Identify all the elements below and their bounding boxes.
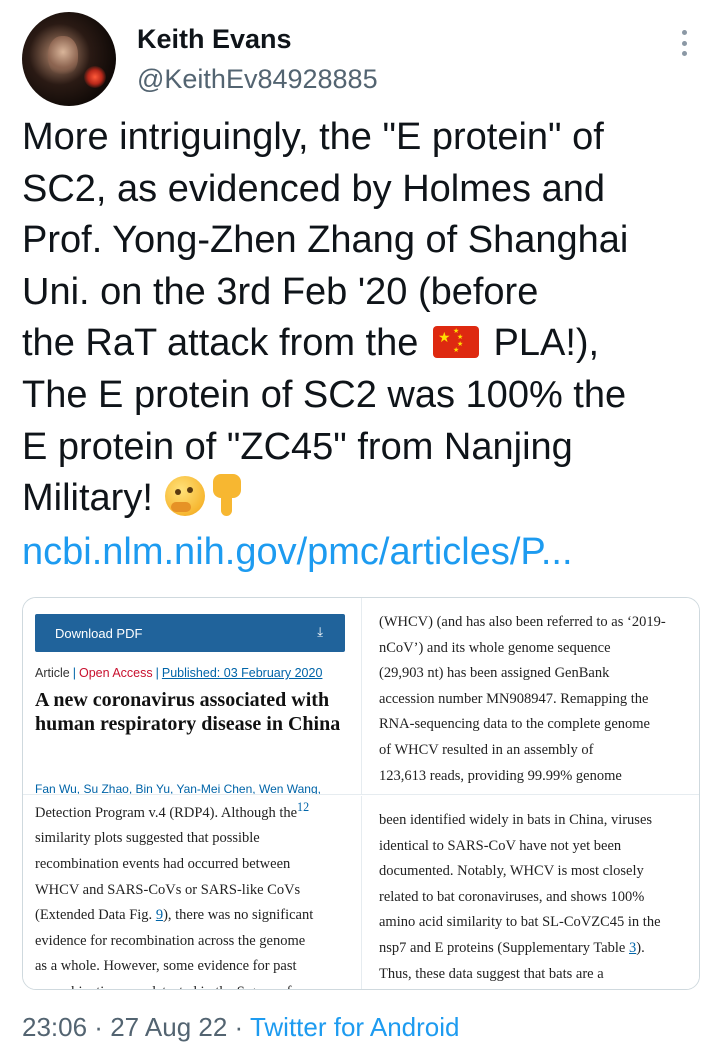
excerpt-line: (29,903 nt) has been assigned GenBank xyxy=(379,665,610,682)
excerpt-line: similarity plots suggested that possible xyxy=(35,830,260,847)
tweet-line-part: PLA!), xyxy=(482,322,600,365)
download-pdf-button: Download PDF ⤓ xyxy=(35,614,345,652)
excerpt-line: amino acid similarity to bat SL-CoVZC45 … xyxy=(379,914,661,931)
excerpt-line: documented. Notably, WHCV is most closel… xyxy=(379,863,644,880)
more-options-icon[interactable] xyxy=(676,30,692,56)
separator: · xyxy=(227,1012,250,1042)
excerpt-line: RNA-sequencing data to the complete geno… xyxy=(379,716,650,733)
article-meta: Article | Open Access | Published: 03 Februa… xyxy=(35,666,323,680)
excerpt-line: identical to SARS-CoV have not yet been xyxy=(379,837,622,854)
tweet-line: Military! xyxy=(22,473,702,525)
tweet-text: More intriguingly, the "E protein" of SC… xyxy=(22,112,702,525)
excerpt-line: evidence for recombination across the ge… xyxy=(35,932,306,949)
published-date: Published: 03 February 2020 xyxy=(161,666,323,680)
excerpt-line: 123,613 reads, providing 99.99% genome xyxy=(379,767,622,784)
paper-excerpt: been identified widely in bats in China,… xyxy=(379,808,661,987)
excerpt-line: nCoV’) and its whole genome sequence xyxy=(379,639,611,656)
author-link: Yan-Mei Chen xyxy=(176,782,253,794)
tweet-line: SC2, as evidenced by Holmes and xyxy=(22,167,605,210)
excerpt-line: nsp7 and E proteins (Supplementary Table… xyxy=(379,936,661,962)
tweet-line: Uni. on the 3rd Feb '20 (before xyxy=(22,270,539,313)
excerpt-line: (WHCV) (and has also been referred to as… xyxy=(379,614,666,630)
avatar-light xyxy=(84,66,106,88)
tweet-timestamp: 23:06 · 27 Aug 22 · Twitter for Android xyxy=(22,1012,460,1043)
article-title: A new coronavirus associated with human … xyxy=(35,689,341,735)
figure-reference: 9 xyxy=(155,907,164,924)
tweet-time[interactable]: 23:06 xyxy=(22,1012,87,1042)
excerpt-line: as a whole. However, some evidence for p… xyxy=(35,958,297,975)
avatar[interactable] xyxy=(22,12,116,106)
tweet-date[interactable]: 27 Aug 22 xyxy=(110,1012,227,1042)
tweet-source-link[interactable]: Twitter for Android xyxy=(250,1012,460,1042)
reference-number: 12 xyxy=(297,800,310,814)
excerpt-line: Detection Program v.4 (RDP4). Although t… xyxy=(35,796,313,826)
excerpt-text: ). xyxy=(636,939,645,956)
excerpt-line: related to bat coronaviruses, and shows … xyxy=(379,888,645,905)
excerpt-text: nsp7 and E proteins (Supplementary Table xyxy=(379,939,629,956)
open-access-label: Open Access xyxy=(78,666,153,680)
tweet-line: Prof. Yong-Zhen Zhang of Shanghai xyxy=(22,219,629,262)
tweet-line-part: Military! xyxy=(22,477,153,520)
media-image-3[interactable]: Detection Program v.4 (RDP4). Although t… xyxy=(23,796,361,989)
author-link: Fan Wu xyxy=(35,782,77,794)
author-link: Bin Yu xyxy=(135,782,170,794)
pointing-down-icon xyxy=(211,474,243,518)
tweet-line: the RaT attack from the ★ ★ ★ ★ ★ PLA!), xyxy=(22,318,702,370)
download-pdf-label: Download PDF xyxy=(55,625,143,641)
excerpt-text: Detection Program v.4 (RDP4). Although t… xyxy=(35,804,298,821)
excerpt-line: (Extended Data Fig. 9), there was no sig… xyxy=(35,903,313,929)
author-handle[interactable]: @KeithEv84928885 xyxy=(137,64,378,95)
china-flag-icon: ★ ★ ★ ★ ★ xyxy=(432,326,479,359)
separator: · xyxy=(87,1012,111,1042)
article-link[interactable]: ncbi.nlm.nih.gov/pmc/articles/P... xyxy=(22,527,573,579)
excerpt-line: of WHCV resulted in an assembly of xyxy=(379,741,594,758)
excerpt-line: accession number MN908947. Remapping the xyxy=(379,690,649,707)
avatar-face xyxy=(48,36,78,76)
media-image-2[interactable]: (WHCV) (and has also been referred to as… xyxy=(363,598,699,794)
excerpt-text: (Extended Data Fig. xyxy=(35,907,156,924)
author-name[interactable]: Keith Evans xyxy=(137,24,292,55)
tweet-line-part: the RaT attack from the xyxy=(22,322,429,365)
article-authors: Fan Wu, Su Zhao, Bin Yu, Yan-Mei Chen, W… xyxy=(35,782,321,794)
tweet-line: More intriguingly, the "E protein" of xyxy=(22,116,604,158)
media-grid[interactable]: Download PDF ⤓ Article | Open Access | Publi… xyxy=(22,597,700,990)
author-link: Wen Wang, xyxy=(258,782,321,794)
tweet-line: E protein of "ZC45" from Nanjing xyxy=(22,425,573,468)
excerpt-text: ), there was no significant xyxy=(163,907,314,924)
author-link: Su Zhao xyxy=(83,782,129,794)
paper-excerpt: Detection Program v.4 (RDP4). Although t… xyxy=(35,796,313,989)
media-image-4[interactable]: been identified widely in bats in China,… xyxy=(363,796,699,989)
excerpt-line: WHCV and SARS-CoVs or SARS-like CoVs xyxy=(35,881,301,898)
tweet-line: The E protein of SC2 was 100% the xyxy=(22,373,627,416)
article-type: Article xyxy=(35,666,70,680)
excerpt-line: recombination events had occurred betwee… xyxy=(35,856,291,873)
excerpt-line: recombination was detected in the S gene… xyxy=(35,980,313,989)
paper-excerpt: (WHCV) (and has also been referred to as… xyxy=(379,610,666,789)
excerpt-line: been identified widely in bats in China,… xyxy=(379,812,653,828)
excerpt-line: Thus, these data suggest that bats are a xyxy=(379,965,604,982)
download-arrow-icon: ⤓ xyxy=(317,624,323,639)
media-divider xyxy=(23,794,699,796)
media-image-1[interactable]: Download PDF ⤓ Article | Open Access | Publi… xyxy=(23,598,361,794)
thinking-face-icon xyxy=(164,476,205,517)
